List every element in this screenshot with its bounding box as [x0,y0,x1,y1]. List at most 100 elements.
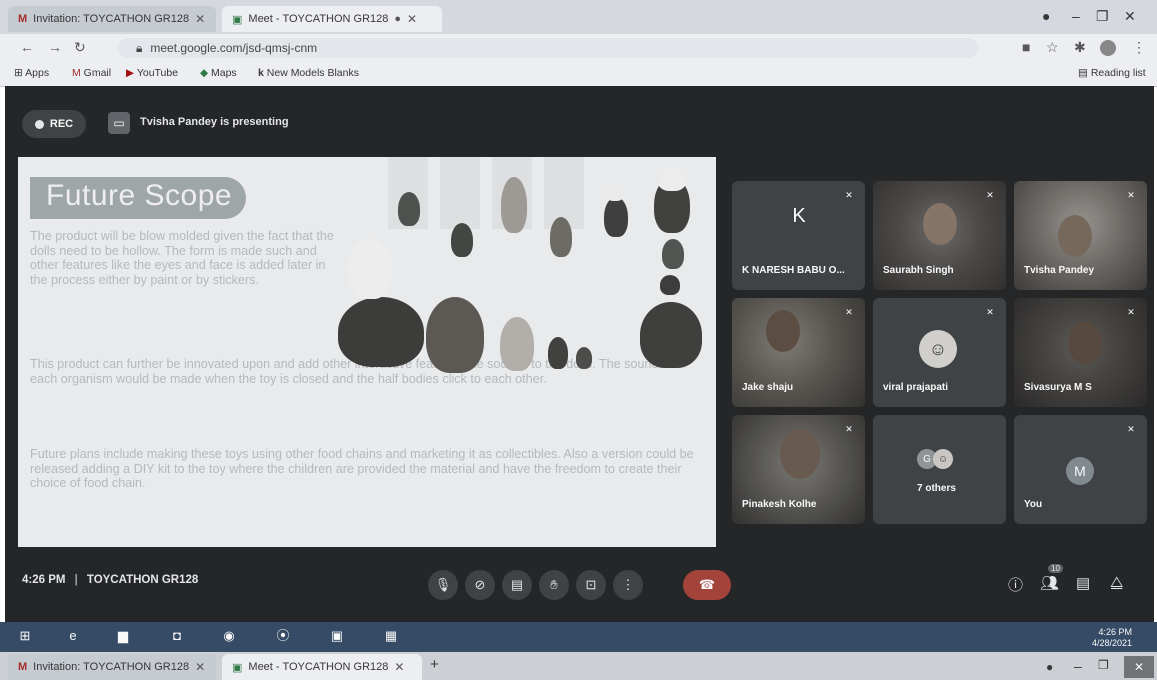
new-tab-icon[interactable]: + [430,656,439,673]
apps-bookmark[interactable]: ⊞ Apps [14,67,49,79]
url-field[interactable]: 🔒︎ meet.google.com/jsd-qmsj-cnm [118,38,978,58]
rec-badge[interactable]: REC [22,110,86,138]
tab-meet[interactable]: ▣ Meet - TOYCATHON GR128 ● ✕ [222,6,442,32]
minimize-icon[interactable]: – [1072,8,1080,24]
muted-mic-icon: ✕ [845,424,853,434]
close-icon[interactable]: ✕ [195,660,205,674]
profile-dot-icon[interactable]: ● [1042,8,1050,24]
people-count-badge: 10 [1048,564,1063,573]
youtube-bookmark[interactable]: ▶ YouTube [126,67,178,79]
profile-dot-icon[interactable]: ● [1046,660,1053,674]
tab-label: Meet - TOYCATHON GR128 [248,13,389,25]
others-avatar: ☺ [933,449,953,469]
captions-button[interactable]: ▤ [502,570,532,600]
close-icon[interactable]: ✕ [394,660,404,674]
muted-mic-icon: ✕ [1127,307,1135,317]
back-icon[interactable]: ← [20,39,34,55]
tab-meet-2[interactable]: ▣ Meet - TOYCATHON GR128 ✕ [222,654,422,680]
tab-invitation[interactable]: M Invitation: TOYCATHON GR128 ✕ [8,6,216,32]
rec-label: REC [49,118,74,130]
maps-icon: ◆ [200,67,211,79]
participant-face [780,429,820,479]
participant-tile[interactable]: ✕ Saurabh Singh [873,181,1006,290]
star-icon[interactable]: ☆ [1046,39,1059,56]
activities-button[interactable]: ⧋ [1110,574,1123,591]
participant-name: K NARESH BABU O... [742,265,845,276]
meeting-name: TOYCATHON GR128 [86,574,199,586]
more-menu-icon[interactable]: ⋮ [1132,39,1146,56]
muted-mic-icon: ✕ [986,307,994,317]
participant-name: You [1024,499,1043,510]
tab-label: Meet - TOYCATHON GR128 [248,661,389,673]
reading-list-button[interactable]: ▤ Reading list [1078,67,1146,79]
chrome-icon[interactable]: ◉ [218,625,240,647]
profile-avatar[interactable] [1100,40,1116,56]
meet-icon: ▣ [232,661,243,674]
close-window-icon[interactable]: ✕ [1124,8,1136,25]
participant-name: Sivasurya M S [1024,382,1092,393]
present-button[interactable]: ⊡ [576,570,606,600]
participant-name: Pinakesh Kolhe [742,499,817,510]
reload-icon[interactable]: ↻ [74,39,86,56]
restore-icon[interactable]: ❐ [1098,658,1109,672]
meeting-details-button[interactable]: ⓘ [1008,574,1023,595]
mic-off-button[interactable]: 🎙︎ [428,570,458,600]
people-button[interactable]: 👥︎ 10 [1040,564,1063,592]
participant-name: Saurabh Singh [883,265,954,276]
gmail-bookmark[interactable]: M Gmail [72,67,111,79]
info-icon: ⓘ [1008,577,1024,594]
edge-icon[interactable]: e [62,625,84,647]
meeting-time: 4:26 PM [22,574,66,586]
participant-tile[interactable]: ☺ ✕ viral prajapati [873,298,1006,407]
raise-hand-button[interactable]: ✋︎ [539,570,569,600]
file-explorer-icon[interactable]: ▆ [112,625,134,647]
more-vert-icon: ⋮ [621,577,635,592]
participant-tile-others[interactable]: G ☺ 7 others [873,415,1006,524]
participant-tile[interactable]: ✕ Sivasurya M S [1014,298,1147,407]
presentation-icon: ▭ [108,112,130,134]
participant-tile[interactable]: K ✕ K NARESH BABU O... [732,181,865,290]
forward-icon[interactable]: → [48,39,62,55]
end-call-button[interactable]: ☎︎ [683,570,731,600]
gmail-icon: M [18,13,28,25]
spreadsheet-icon[interactable]: ▦ [380,625,402,647]
gmail-icon: M [18,661,28,673]
others-count: 7 others [917,483,956,494]
participant-tile[interactable]: ✕ Tvisha Pandey [1014,181,1147,290]
lock-icon: 🔒︎ [136,40,143,55]
clock-date: 4/28/2021 [1092,638,1133,648]
participant-tile[interactable]: ✕ Jake shaju [732,298,865,407]
gmail-icon: M [72,67,84,79]
drive-icon[interactable]: ▣ [326,625,348,647]
participant-face [766,310,800,352]
slide-paragraph-3: Future plans include making these toys u… [30,447,694,490]
hang-up-icon: ☎︎ [698,577,716,592]
camera-off-button[interactable]: ⊘ [465,570,495,600]
extensions-icon[interactable]: ✱ [1074,39,1086,56]
participant-tile-self[interactable]: M ✕ You [1014,415,1147,524]
tab-invitation-2[interactable]: M Invitation: TOYCATHON GR128 ✕ [8,654,216,680]
office-icon[interactable]: ◘ [166,625,188,647]
close-icon[interactable]: ✕ [407,12,417,26]
close-window-icon[interactable]: ✕ [1124,656,1154,678]
chat-button[interactable]: ▤ [1076,574,1090,592]
participant-name: Jake shaju [742,382,794,393]
chrome-canary-icon[interactable]: ⦿ [272,625,294,647]
camera-indicator-icon[interactable]: ■ [1022,39,1030,55]
minimize-icon[interactable]: – [1074,658,1082,674]
close-icon[interactable]: ✕ [195,12,205,26]
more-options-button[interactable]: ⋮ [613,570,643,600]
participant-tile[interactable]: ✕ Pinakesh Kolhe [732,415,865,524]
participant-initial: K [792,204,806,227]
system-clock: 4:26 PM 4/28/2021 [1092,627,1132,649]
windows-start-icon[interactable]: ⊞ [14,625,36,647]
tab-label: Invitation: TOYCATHON GR128 [33,661,190,673]
meeting-time-and-name: 4:26 PM | TOYCATHON GR128 [22,574,198,586]
tab-label: Invitation: TOYCATHON GR128 [33,13,190,25]
models-bookmark[interactable]: k New Models Blanks [258,67,359,79]
youtube-icon: ▶ [126,67,137,79]
participant-face [1068,322,1102,364]
maps-bookmark[interactable]: ◆ Maps [200,67,237,79]
restore-icon[interactable]: ❐ [1096,8,1109,25]
presenting-banner: Tvisha Pandey is presenting [140,116,289,128]
